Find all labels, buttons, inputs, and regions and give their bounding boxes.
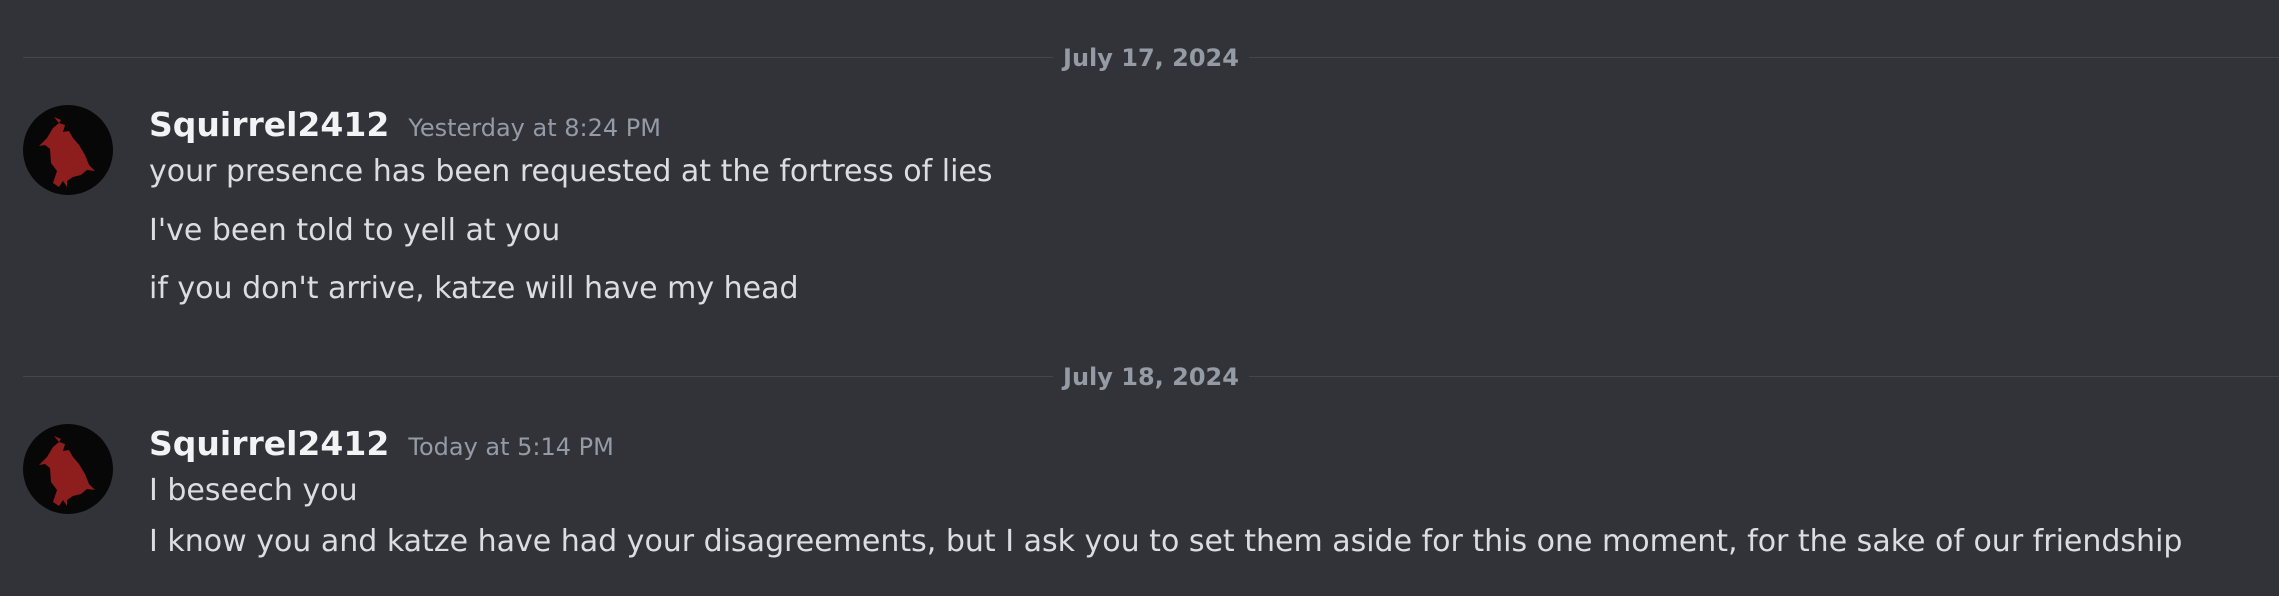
date-divider-label: July 18, 2024 <box>1053 363 1249 391</box>
message-group: Squirrel2412 Yesterday at 8:24 PM your p… <box>0 105 2279 320</box>
username[interactable]: Squirrel2412 <box>149 424 389 463</box>
date-divider-label: July 17, 2024 <box>1053 44 1249 72</box>
message-header: Squirrel2412 Yesterday at 8:24 PM <box>149 105 661 149</box>
message-line: I know you and katze have had your disag… <box>149 524 2183 559</box>
timestamp[interactable]: Today at 5:14 PM <box>408 433 614 461</box>
message-line: your presence has been requested at the … <box>149 154 993 189</box>
red-crow-avatar-icon <box>39 436 95 506</box>
message-line: I beseech you <box>149 473 358 508</box>
message-group: Squirrel2412 Today at 5:14 PM I beseech … <box>0 424 2279 596</box>
message-header: Squirrel2412 Today at 5:14 PM <box>149 424 614 468</box>
avatar[interactable] <box>23 424 113 514</box>
username[interactable]: Squirrel2412 <box>149 105 389 144</box>
timestamp[interactable]: Yesterday at 8:24 PM <box>408 114 661 142</box>
avatar[interactable] <box>23 105 113 195</box>
date-divider: July 18, 2024 <box>23 363 2279 391</box>
date-divider: July 17, 2024 <box>23 44 2279 72</box>
message-line: I've been told to yell at you <box>149 213 561 248</box>
red-crow-avatar-icon <box>39 117 95 187</box>
message-line: if you don't arrive, katze will have my … <box>149 271 799 306</box>
